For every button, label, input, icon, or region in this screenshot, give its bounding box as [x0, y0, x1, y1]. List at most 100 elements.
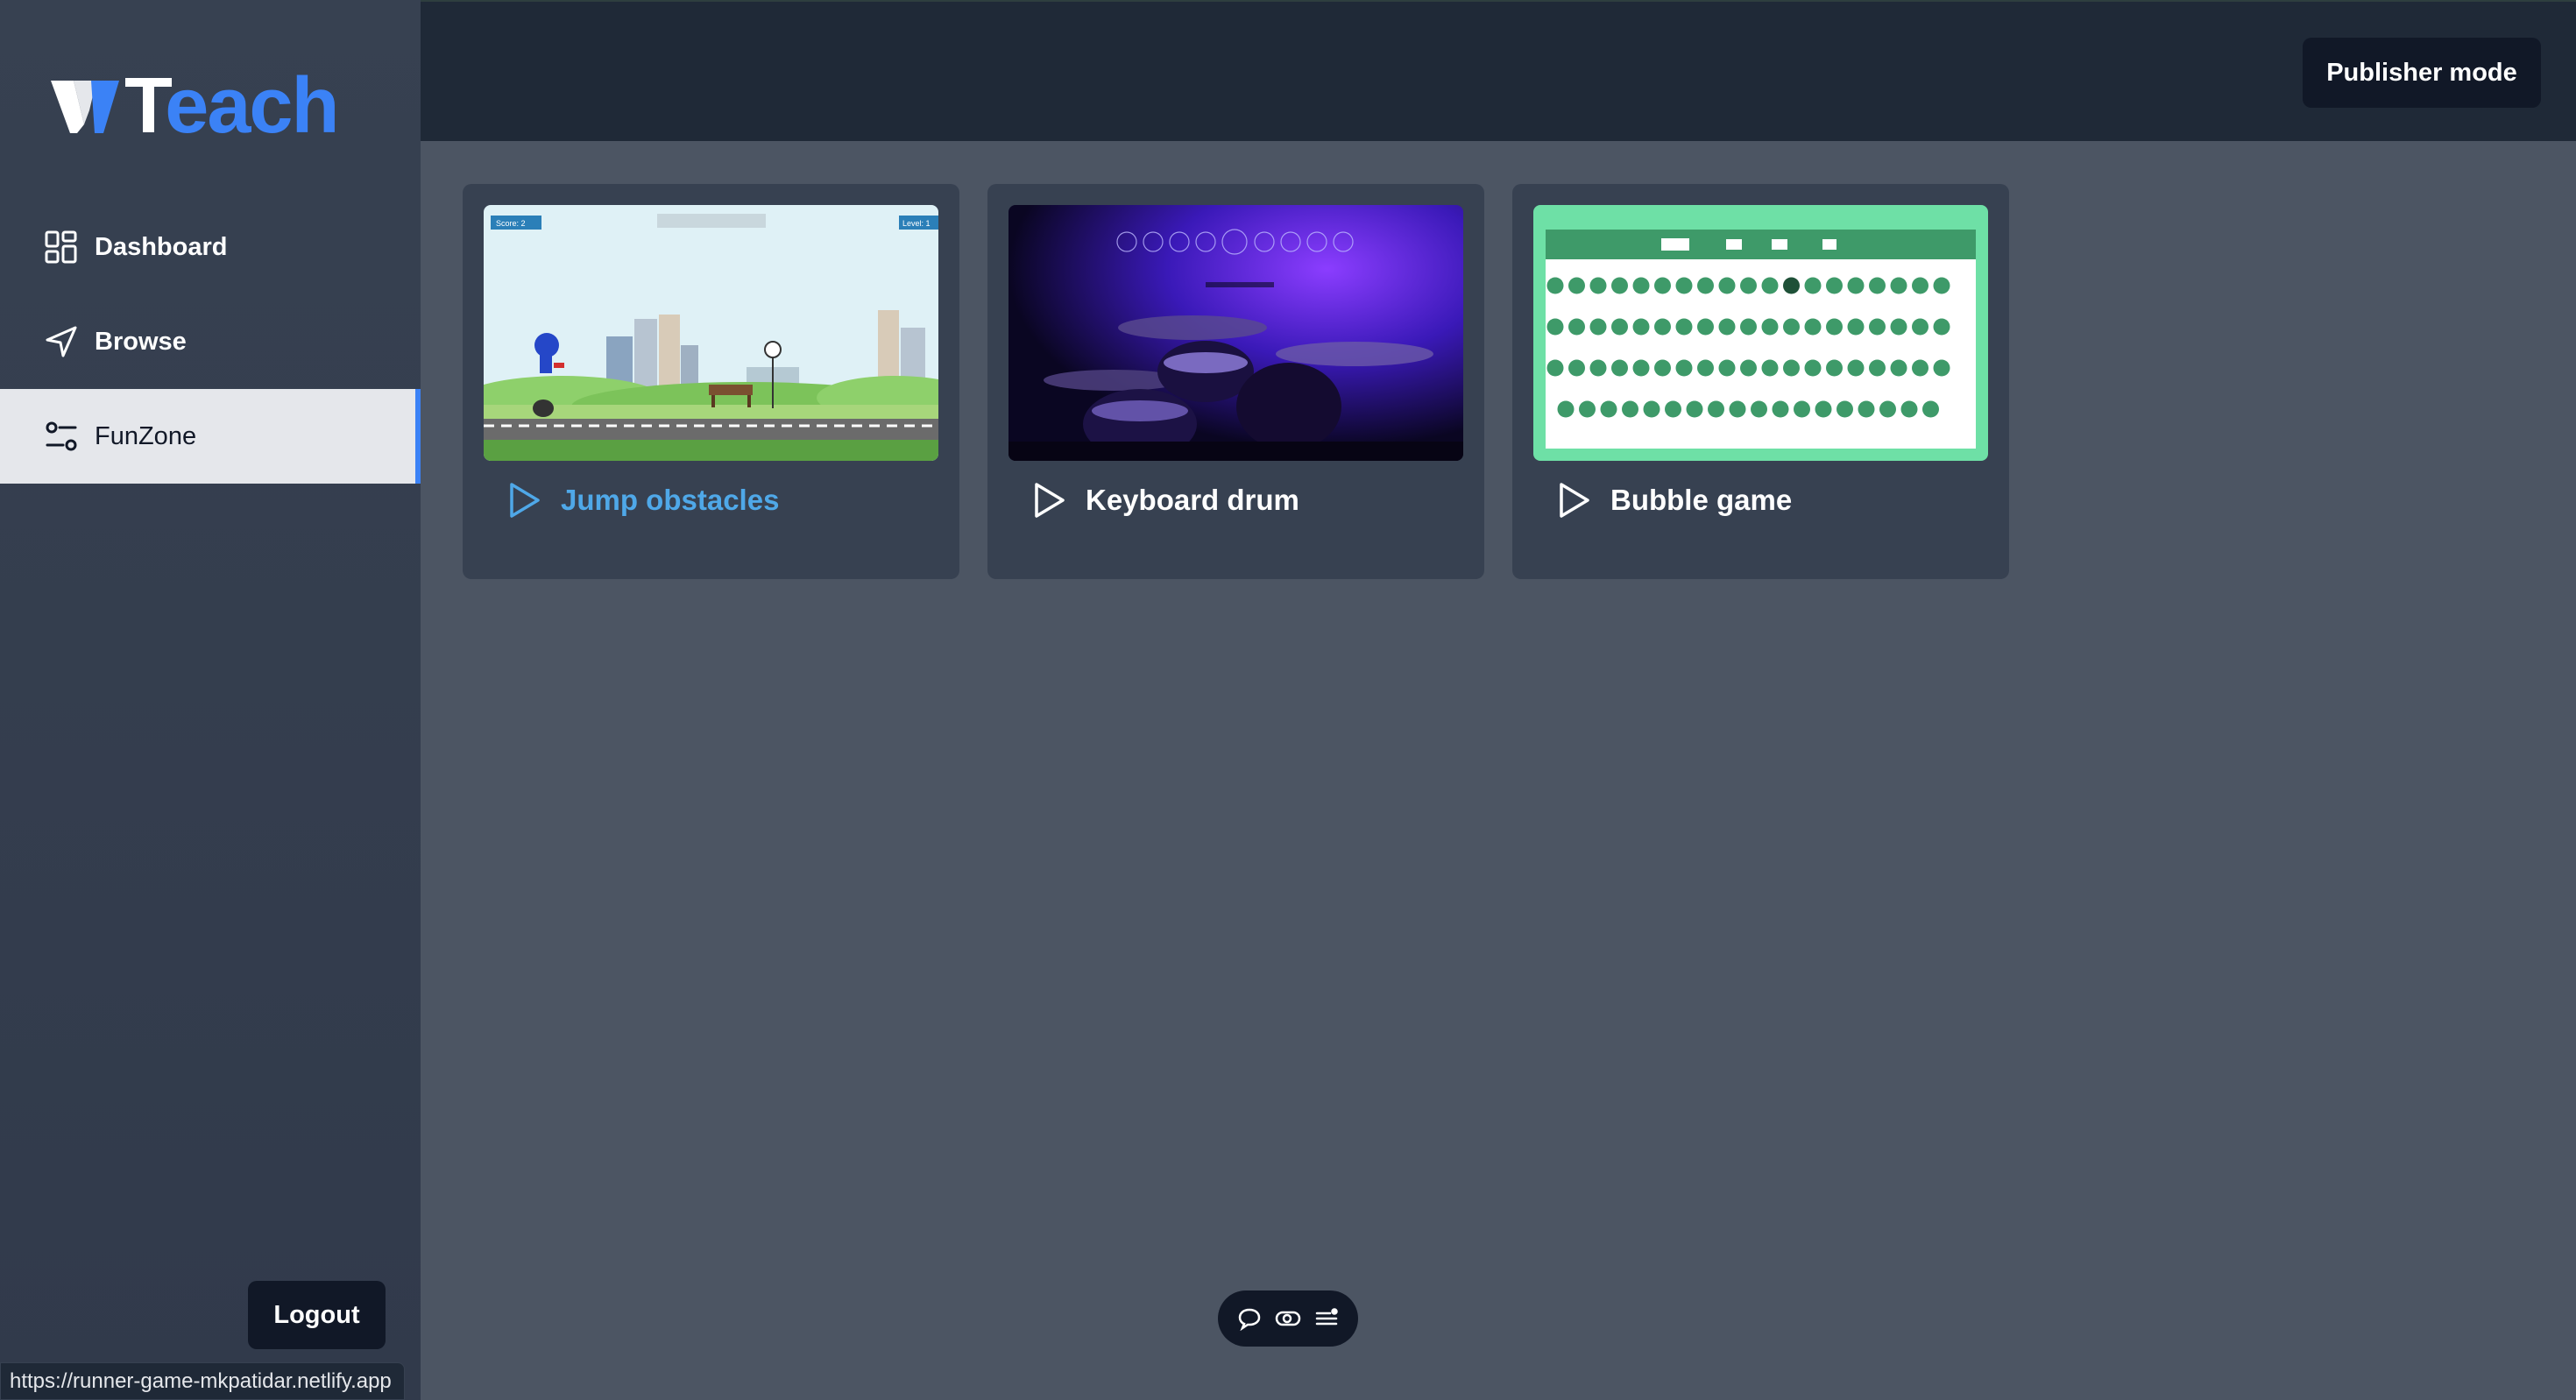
bubble — [1900, 400, 1918, 418]
logo-text: Teach — [124, 67, 339, 145]
bubble — [1718, 277, 1736, 294]
sliders-icon — [44, 419, 79, 454]
bubble — [1912, 277, 1928, 294]
bubble — [1568, 277, 1585, 294]
navigation-arrow-icon — [44, 324, 79, 359]
bubble — [1546, 318, 1564, 336]
bubble — [1858, 400, 1875, 418]
card-title-row[interactable]: Bubble game — [1558, 482, 1792, 519]
game-title: Bubble game — [1610, 484, 1793, 516]
bubble — [1740, 277, 1757, 294]
drum-kit-thumbnail — [1008, 205, 1463, 461]
bubble — [1794, 400, 1810, 418]
bubble — [1826, 359, 1843, 377]
bubble — [1815, 400, 1832, 418]
sidebar-item-label: Dashboard — [95, 232, 228, 261]
logo-text-each: each — [165, 62, 339, 150]
comment-icon[interactable] — [1235, 1305, 1263, 1333]
thumb-score-text: Score: 2 — [496, 219, 526, 228]
logo-text-t: T — [124, 62, 166, 150]
bubble — [1847, 277, 1865, 294]
logo-mark-icon — [51, 81, 119, 133]
bubble — [1751, 400, 1767, 418]
bubble — [1826, 318, 1843, 336]
bubble — [1804, 318, 1822, 336]
bubble — [1589, 318, 1607, 336]
bubble — [1761, 318, 1779, 336]
play-icon — [510, 483, 540, 518]
game-card-bubble-game[interactable]: Bubble game — [1512, 184, 2009, 579]
bubble — [1611, 359, 1628, 377]
play-icon — [1035, 483, 1065, 518]
bubble — [1708, 400, 1724, 418]
bubble — [1890, 359, 1907, 377]
floating-toolbar — [1218, 1290, 1358, 1347]
bubble — [1654, 277, 1671, 294]
bubble — [1546, 277, 1564, 294]
bubble — [1933, 277, 1950, 294]
bubble — [1579, 400, 1596, 418]
bubble — [1632, 318, 1650, 336]
bubble — [1568, 318, 1585, 336]
bubble — [1632, 359, 1650, 377]
bubble — [1589, 359, 1607, 377]
bubble — [1675, 318, 1693, 336]
bubble — [1697, 318, 1714, 336]
game-title: Jump obstacles — [561, 484, 780, 516]
sidebar-item-dashboard[interactable]: Dashboard — [0, 200, 421, 294]
bubble — [1675, 359, 1693, 377]
bubble — [1611, 318, 1628, 336]
bubble — [1568, 359, 1585, 377]
bubble — [1869, 359, 1886, 377]
bubble — [1836, 400, 1853, 418]
bubble — [1729, 400, 1746, 418]
sidebar-item-browse[interactable]: Browse — [0, 294, 421, 389]
bubble — [1869, 318, 1886, 336]
bubble — [1589, 277, 1607, 294]
grid-icon — [44, 230, 79, 265]
bubble — [1611, 277, 1628, 294]
bubble — [1718, 359, 1736, 377]
card-title-row[interactable]: Jump obstacles — [508, 482, 779, 519]
sidebar: Teach Dashboard Browse FunZone Logout — [0, 0, 421, 1400]
bubble — [1933, 359, 1950, 377]
list-icon[interactable] — [1313, 1305, 1341, 1333]
bubble — [1718, 318, 1736, 336]
bubble — [1686, 400, 1703, 418]
bubble — [1761, 277, 1779, 294]
bubble — [1643, 400, 1660, 418]
bubble — [1847, 359, 1865, 377]
game-card-jump-obstacles[interactable]: Score: 2 Level: 1 Jump obstacles — [463, 184, 959, 579]
bubble — [1546, 359, 1564, 377]
bubble — [1675, 277, 1693, 294]
bubble — [1847, 318, 1865, 336]
bubble — [1632, 277, 1650, 294]
bubble — [1697, 277, 1714, 294]
bubble — [1783, 359, 1800, 377]
bubble — [1783, 277, 1800, 294]
bubble — [1761, 359, 1779, 377]
bubble — [1654, 318, 1671, 336]
sidebar-nav: Dashboard Browse FunZone — [0, 200, 421, 484]
publisher-mode-button[interactable]: Publisher mode — [2303, 38, 2541, 108]
bubble — [1912, 318, 1928, 336]
status-bar-url: https://runner-game-mkpatidar.netlify.ap… — [0, 1362, 405, 1400]
bubble — [1922, 400, 1939, 418]
sidebar-item-label: Browse — [95, 327, 187, 356]
bubble — [1740, 318, 1757, 336]
app-logo[interactable]: Teach — [51, 67, 339, 145]
card-title-row[interactable]: Keyboard drum — [1033, 482, 1299, 519]
bubble — [1600, 400, 1617, 418]
bubble — [1772, 400, 1789, 418]
bubble — [1879, 400, 1896, 418]
logout-button[interactable]: Logout — [248, 1281, 386, 1349]
bubble — [1869, 277, 1886, 294]
top-bar: Publisher mode — [421, 0, 2576, 141]
toggle-icon[interactable] — [1274, 1305, 1302, 1333]
bubble — [1804, 277, 1822, 294]
game-title: Keyboard drum — [1086, 484, 1299, 516]
sidebar-item-funzone[interactable]: FunZone — [0, 389, 421, 484]
bubble — [1804, 359, 1822, 377]
bubble — [1890, 277, 1907, 294]
game-card-keyboard-drum[interactable]: Keyboard drum — [987, 184, 1484, 579]
